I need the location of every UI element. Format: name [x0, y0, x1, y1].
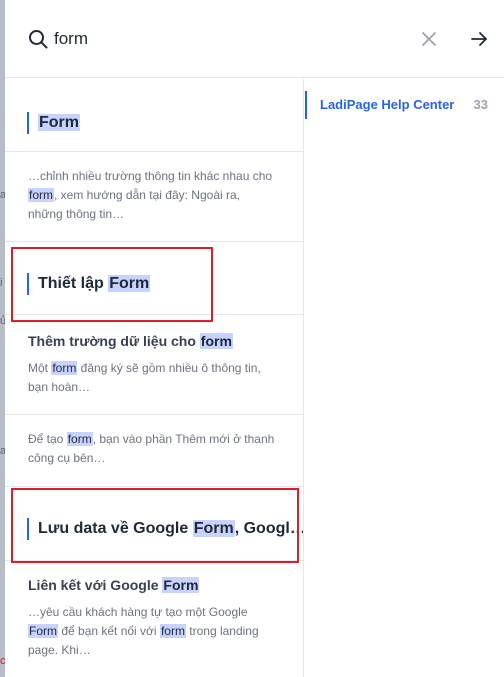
result-item-row[interactable]: Thêm trường dữ liệu cho form Một form đă…: [5, 315, 303, 415]
search-match-highlight: form: [199, 333, 233, 349]
search-match-highlight: form: [159, 624, 186, 638]
result-excerpt: …chỉnh nhiều trường thông tin khác nhau …: [28, 169, 273, 221]
sources-panel: LadiPage Help Center 33: [305, 79, 504, 677]
search-icon: [29, 30, 48, 49]
result-excerpt: Để tạo form, bạn vào phần Thêm mới ở tha…: [28, 432, 275, 465]
annotation-highlight-box: [11, 488, 299, 563]
search-match-highlight: Form: [28, 624, 58, 638]
result-excerpt: Một form đăng ký sẽ gồm nhiều ô thông ti…: [28, 361, 261, 394]
result-excerpt-row[interactable]: Để tạo form, bạn vào phần Thêm mới ở tha…: [5, 415, 303, 487]
search-match-highlight: form: [28, 188, 54, 202]
background-text-fragment: i: [0, 277, 3, 289]
result-section-row[interactable]: Form: [5, 79, 303, 152]
section-heading: Form: [27, 112, 80, 134]
result-title: Liên kết với Google Form: [28, 577, 200, 593]
close-icon[interactable]: [419, 29, 439, 49]
source-filter-ladipage-help-center[interactable]: LadiPage Help Center 33: [305, 91, 504, 119]
search-match-highlight: form: [66, 432, 93, 446]
search-match-highlight: Form: [38, 114, 80, 131]
search-bar: [5, 0, 504, 78]
search-results-list: Form …chỉnh nhiều trường thông tin khác …: [5, 79, 304, 677]
search-match-highlight: Form: [162, 577, 200, 593]
result-item-row[interactable]: Liên kết với Google Form …yêu cầu khách …: [5, 561, 303, 677]
search-match-highlight: form: [51, 361, 78, 375]
source-result-count: 33: [473, 97, 488, 112]
annotation-highlight-box: [11, 247, 213, 322]
result-excerpt-row[interactable]: …chỉnh nhiều trường thông tin khác nhau …: [5, 152, 303, 242]
result-title: Thêm trường dữ liệu cho form: [28, 333, 233, 349]
result-excerpt: …yêu cầu khách hàng tự tạo một Google Fo…: [28, 605, 259, 657]
arrow-right-icon[interactable]: [468, 28, 490, 50]
source-name: LadiPage Help Center: [320, 97, 455, 112]
search-input[interactable]: [54, 26, 394, 52]
